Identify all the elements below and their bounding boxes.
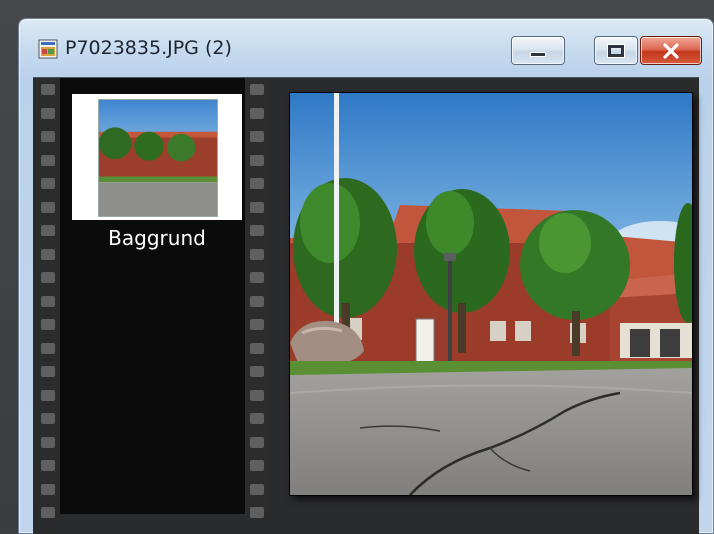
film-perforation — [41, 107, 55, 119]
film-perforation — [250, 272, 264, 283]
film-perforation — [41, 342, 55, 354]
filmstrip-item[interactable] — [72, 94, 242, 220]
film-perforation — [250, 483, 264, 495]
minimize-button[interactable] — [511, 36, 565, 65]
film-perforation — [250, 131, 264, 142]
title-bar[interactable]: P7023835.JPG (2) — [19, 19, 713, 77]
close-button[interactable] — [640, 36, 702, 65]
film-perforation — [41, 319, 55, 330]
film-perforation — [41, 295, 55, 307]
film-perforation — [250, 248, 264, 260]
film-perforation — [41, 389, 55, 401]
film-perforations-right — [245, 78, 269, 518]
film-perforation — [41, 460, 55, 471]
film-perforation — [250, 225, 264, 236]
filmstrip-item-label: Baggrund — [108, 226, 206, 250]
film-perforation — [250, 201, 264, 213]
film-perforation — [41, 248, 55, 260]
window-title: P7023835.JPG (2) — [65, 37, 232, 59]
film-perforation — [41, 154, 55, 166]
layer-thumbnail — [98, 99, 218, 217]
film-perforation — [250, 460, 264, 471]
film-perforation — [41, 84, 55, 95]
film-perforation — [250, 342, 264, 354]
film-perforation — [250, 436, 264, 448]
film-perforation — [250, 107, 264, 119]
film-perforation — [250, 366, 264, 377]
image-window: P7023835.JPG (2) Baggrund — [18, 18, 714, 534]
film-perforation — [41, 272, 55, 283]
film-perforation — [250, 389, 264, 401]
maximize-icon — [607, 43, 625, 58]
film-perforation — [250, 319, 264, 330]
layer-filmstrip: Baggrund — [36, 78, 269, 518]
film-perforations-left — [36, 78, 60, 518]
film-perforation — [41, 436, 55, 448]
maximize-button[interactable] — [594, 36, 638, 65]
film-perforation — [41, 507, 55, 518]
film-perforation — [41, 225, 55, 236]
window-content: Baggrund — [33, 77, 699, 534]
film-perforation — [250, 413, 264, 424]
film-perforation — [250, 84, 264, 95]
film-perforation — [41, 178, 55, 189]
film-perforation — [41, 366, 55, 377]
minimize-icon — [530, 52, 546, 57]
film-perforation — [41, 413, 55, 424]
film-perforation — [250, 154, 264, 166]
film-perforation — [250, 178, 264, 189]
film-perforation — [41, 483, 55, 495]
film-perforation — [41, 201, 55, 213]
image-preview — [289, 92, 693, 496]
film-perforation — [250, 507, 264, 518]
film-perforation — [250, 295, 264, 307]
image-document-icon — [38, 39, 58, 59]
close-icon — [662, 42, 680, 59]
film-perforation — [41, 131, 55, 142]
